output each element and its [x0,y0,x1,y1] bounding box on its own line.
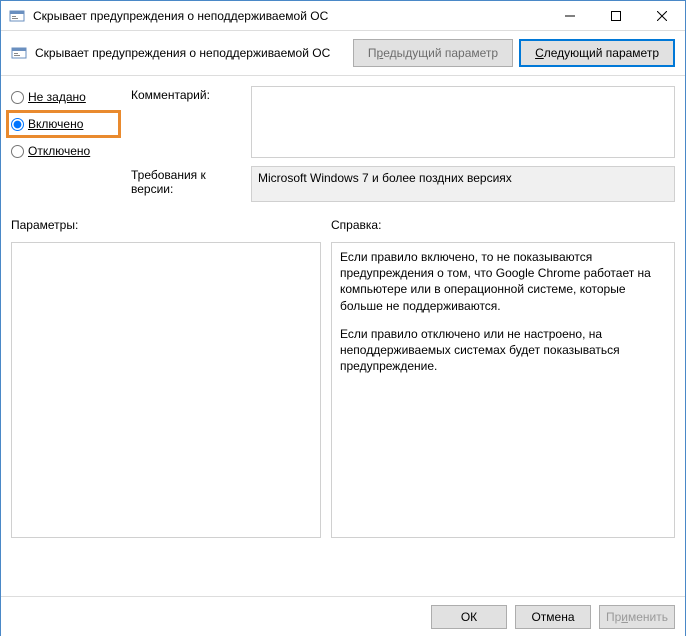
footer: ОК Отмена Применить [1,596,685,636]
header-title: Скрывает предупреждения о неподдерживаем… [35,46,347,60]
window-buttons [547,1,685,30]
radio-enabled-input[interactable] [11,118,24,131]
state-radios: Не задано Включено Отключено [11,86,121,202]
content-area: Не задано Включено Отключено Комментарий… [1,76,685,212]
previous-setting-button[interactable]: Предыдущий параметр [353,39,513,67]
requirements-label: Требования к версии: [131,166,241,202]
policy-icon [9,8,25,24]
radio-disabled-input[interactable] [11,145,24,158]
help-paragraph: Если правило включено, то не показываютс… [340,249,666,314]
help-paragraph: Если правило отключено или не настроено,… [340,326,666,375]
minimize-button[interactable] [547,1,593,30]
apply-button[interactable]: Применить [599,605,675,629]
header-row: Скрывает предупреждения о неподдерживаем… [1,31,685,76]
requirements-row: Требования к версии: Microsoft Windows 7… [131,166,675,202]
radio-enabled[interactable]: Включено [11,113,116,135]
requirements-text: Microsoft Windows 7 и более поздних верс… [251,166,675,202]
close-button[interactable] [639,1,685,30]
maximize-button[interactable] [593,1,639,30]
comment-row: Комментарий: [131,86,675,158]
panels: Если правило включено, то не показываютс… [1,232,685,548]
cancel-button[interactable]: Отмена [515,605,591,629]
fields-column: Комментарий: Требования к версии: Micros… [131,86,675,202]
titlebar: Скрывает предупреждения о неподдерживаем… [1,1,685,31]
section-labels: Параметры: Справка: [1,218,685,232]
comment-input[interactable] [251,86,675,158]
parameters-label: Параметры: [11,218,331,232]
window-title: Скрывает предупреждения о неподдерживаем… [33,9,547,23]
help-panel[interactable]: Если правило включено, то не показываютс… [331,242,675,538]
help-label: Справка: [331,218,381,232]
ok-button[interactable]: ОК [431,605,507,629]
next-setting-button[interactable]: Следующий параметр [519,39,675,67]
policy-icon [11,45,27,61]
radio-disabled[interactable]: Отключено [11,140,121,162]
comment-label: Комментарий: [131,86,241,158]
enabled-highlight: Включено [6,110,121,138]
parameters-panel[interactable] [11,242,321,538]
radio-not-configured[interactable]: Не задано [11,86,121,108]
radio-not-configured-input[interactable] [11,91,24,104]
